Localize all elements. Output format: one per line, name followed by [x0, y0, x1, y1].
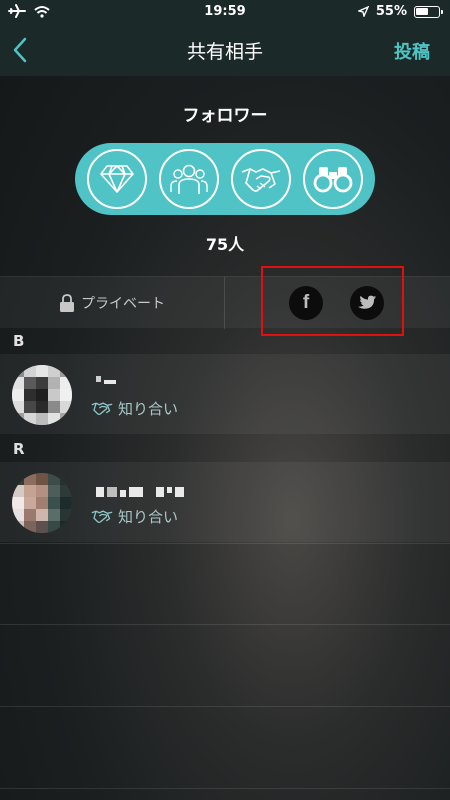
handshake-icon	[241, 168, 281, 192]
contact-row[interactable]: 知り合い	[0, 354, 450, 434]
category-public-button[interactable]	[303, 149, 363, 209]
contact-relation: 知り合い	[91, 398, 178, 419]
audience-title: フォロワー	[182, 106, 268, 126]
relation-label: 知り合い	[118, 400, 179, 418]
contact-name-pixelated	[96, 487, 184, 497]
row-divider	[0, 624, 450, 625]
category-acquaintances-button[interactable]	[231, 149, 291, 209]
group-icon	[170, 164, 208, 194]
private-label: プライベート	[81, 296, 165, 312]
post-button[interactable]: 投稿	[394, 38, 430, 64]
lock-icon	[60, 293, 74, 312]
row-divider	[0, 543, 450, 544]
follower-count: 75人	[205, 235, 245, 254]
audience-category-selector	[75, 143, 375, 215]
contact-name-pixelated	[96, 376, 116, 384]
relation-label: 知り合い	[118, 508, 179, 526]
diamond-icon	[100, 165, 134, 193]
row-divider	[0, 788, 450, 789]
row-divider	[0, 706, 450, 707]
avatar	[12, 473, 72, 533]
handshake-icon	[91, 402, 113, 416]
group-header-r: R	[13, 440, 25, 458]
private-toggle[interactable]: プライベート	[0, 277, 225, 329]
battery-icon	[414, 5, 443, 18]
location-arrow-icon	[357, 6, 369, 17]
share-targets-highlight	[261, 266, 404, 336]
category-friends-button[interactable]	[159, 149, 219, 209]
avatar	[12, 365, 72, 425]
navigation-bar: 共有相手 投稿	[0, 24, 450, 76]
contact-relation: 知り合い	[91, 506, 178, 527]
handshake-icon	[91, 510, 113, 524]
binoculars-icon	[313, 167, 353, 193]
status-bar: 19:59 55%	[0, 0, 450, 24]
category-close-friends-button[interactable]	[87, 149, 147, 209]
page-title: 共有相手	[186, 41, 263, 63]
group-header-b: B	[13, 332, 25, 350]
battery-percentage: 55%	[375, 4, 407, 19]
contact-row[interactable]: 知り合い	[0, 462, 450, 542]
